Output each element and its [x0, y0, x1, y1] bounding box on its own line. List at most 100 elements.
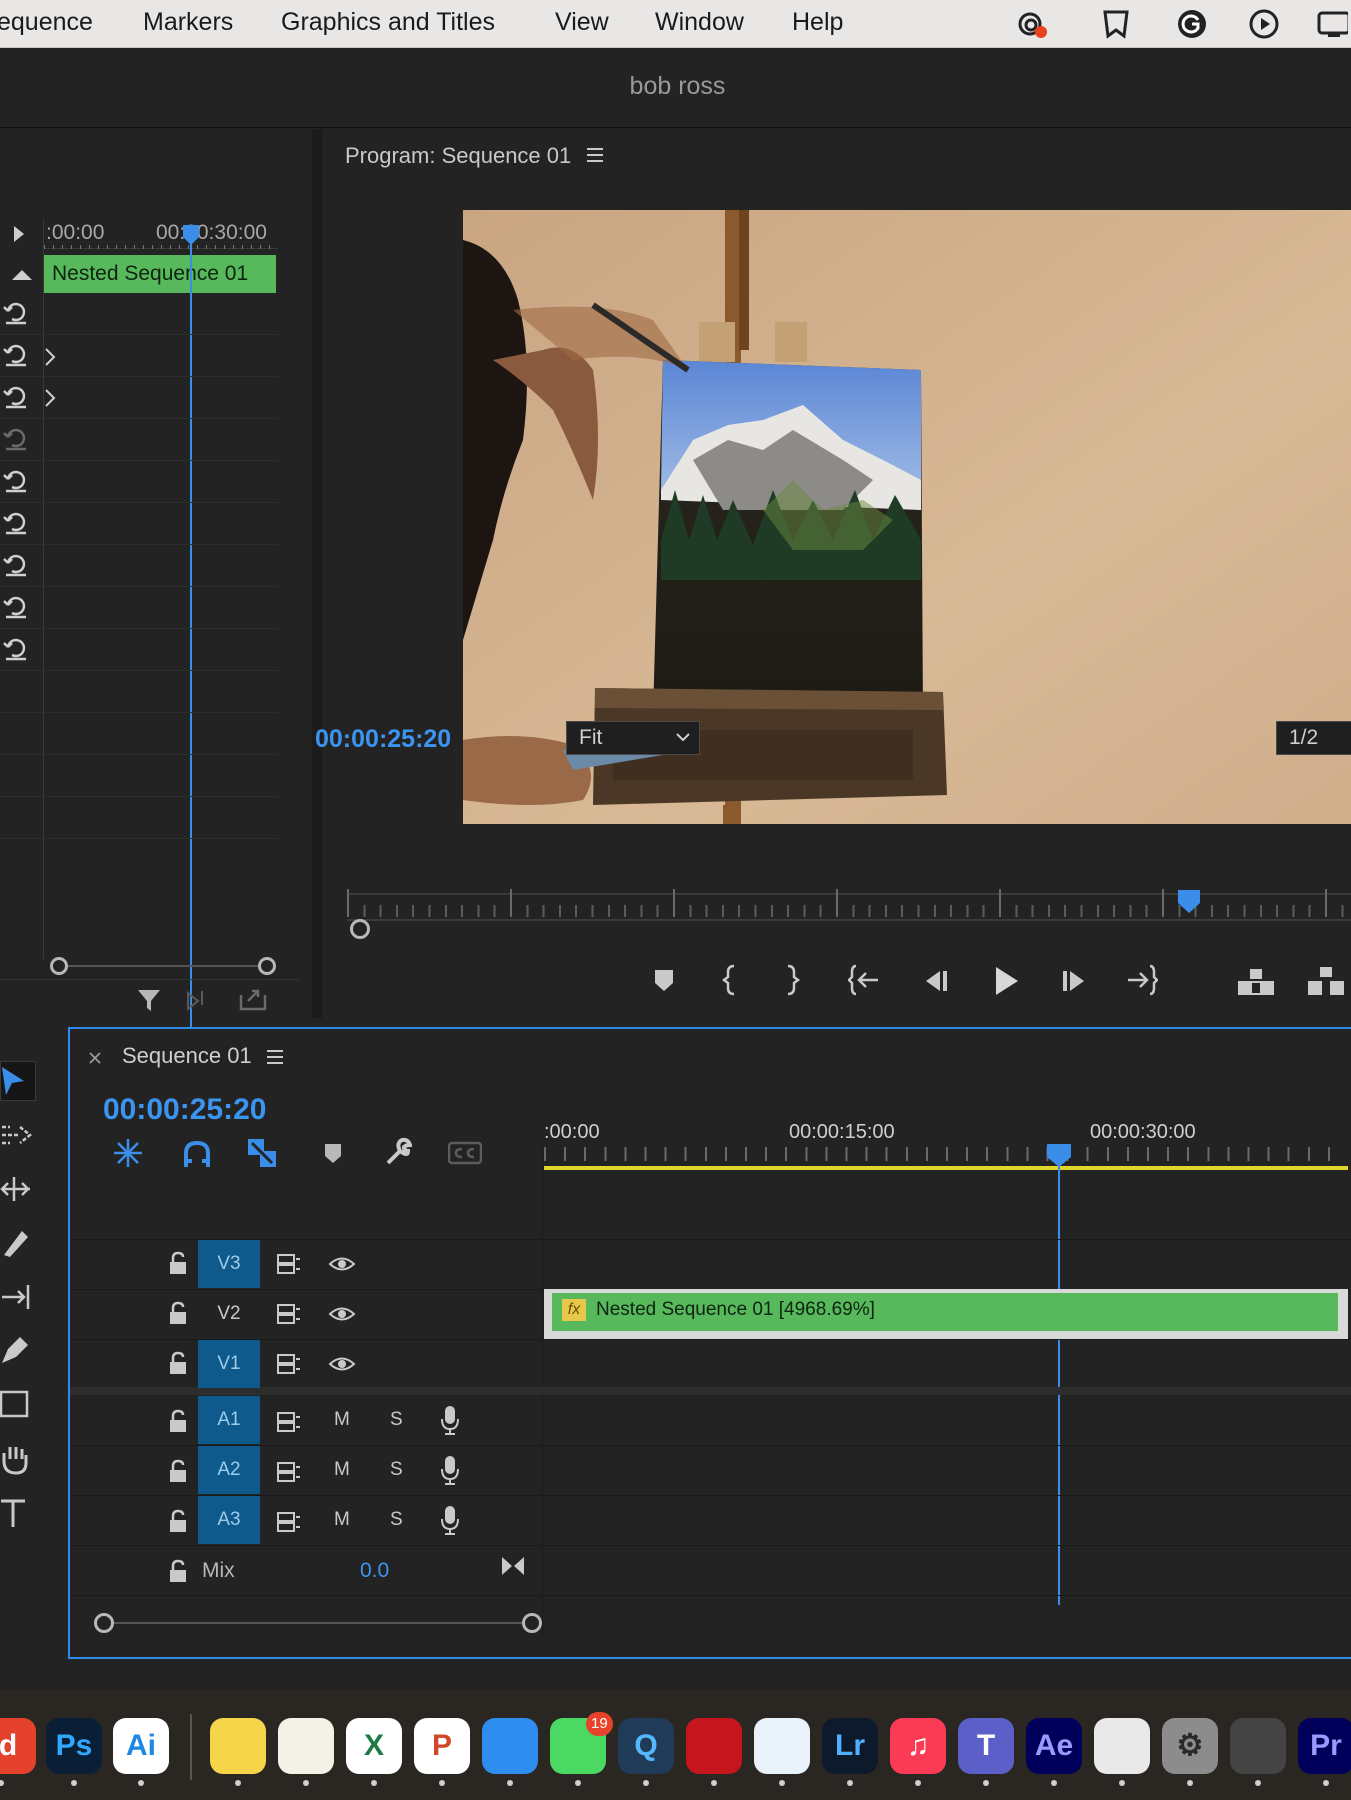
menu-markers[interactable]: Markers [143, 8, 233, 37]
play-circle-icon[interactable] [1248, 8, 1280, 40]
panel-menu-icon[interactable] [586, 147, 604, 163]
sync-lock-icon[interactable] [2, 425, 30, 453]
track-lock-icon[interactable] [168, 1559, 188, 1583]
timeline-ruler-ticks[interactable] [544, 1147, 1348, 1161]
display-icon[interactable] [1316, 8, 1348, 40]
ripple-edit-tool-icon[interactable] [0, 1175, 34, 1203]
dock-app-teams[interactable]: T [958, 1718, 1014, 1774]
panel-menu-icon[interactable] [266, 1049, 284, 1065]
dock-app-excel[interactable]: X [346, 1718, 402, 1774]
timeline-title[interactable]: Sequence 01 [122, 1043, 252, 1069]
timeline-zoom-handle-left[interactable] [94, 1613, 114, 1633]
bookmark-icon[interactable] [1100, 8, 1132, 40]
dock-app-premiere[interactable]: Pr [1298, 1718, 1351, 1774]
collapse-arrow-icon[interactable] [12, 269, 32, 281]
video-audio-divider[interactable] [70, 1387, 1351, 1395]
eye-icon[interactable] [328, 1305, 356, 1323]
track-target-v1[interactable]: V1 [198, 1340, 260, 1388]
source-clip[interactable]: Nested Sequence 01 [44, 255, 276, 293]
dock-app-quicktime[interactable]: Q [618, 1718, 674, 1774]
work-area-bar[interactable] [544, 1166, 1348, 1170]
rectangle-tool-icon[interactable] [0, 1389, 34, 1419]
track-lock-icon[interactable] [168, 1301, 188, 1325]
dock-app-music[interactable]: ♫ [890, 1718, 946, 1774]
mark-in-icon[interactable] [722, 963, 740, 997]
microphone-icon[interactable] [440, 1505, 460, 1535]
chevron-right-icon[interactable] [44, 388, 56, 408]
source-zoom-handle-right[interactable] [258, 957, 276, 975]
creative-cloud-icon[interactable] [1016, 8, 1048, 40]
menu-window[interactable]: Window [655, 8, 744, 37]
program-timecode[interactable]: 00:00:25:20 [315, 725, 451, 754]
lift-icon[interactable] [1236, 965, 1276, 997]
solo-button-a1[interactable]: S [390, 1409, 403, 1431]
sync-track-icon[interactable] [276, 1461, 302, 1483]
eye-icon[interactable] [328, 1355, 356, 1373]
dock-app-after-effects[interactable]: Ae [1026, 1718, 1082, 1774]
sync-track-icon[interactable] [276, 1353, 302, 1375]
export-icon[interactable] [238, 985, 268, 1013]
dock-app-notes[interactable] [278, 1718, 334, 1774]
dock-app-powerpoint[interactable]: P [414, 1718, 470, 1774]
track-select-tool-icon[interactable] [0, 1121, 34, 1149]
resolution-dropdown[interactable]: 1/2 [1276, 721, 1351, 755]
sync-track-icon[interactable] [276, 1303, 302, 1325]
slip-tool-icon[interactable] [0, 1283, 34, 1311]
dock-app-system-settings[interactable]: ⚙ [1162, 1718, 1218, 1774]
snap-icon[interactable] [182, 1139, 212, 1169]
track-target-v3[interactable]: V3 [198, 1240, 260, 1288]
expand-arrow-icon[interactable] [12, 225, 26, 243]
timeline-playhead[interactable] [1058, 1161, 1060, 1605]
track-target-a3[interactable]: A3 [198, 1496, 260, 1544]
v2-clip[interactable]: fx Nested Sequence 01 [4968.69%] [552, 1293, 1338, 1331]
track-lock-icon[interactable] [168, 1509, 188, 1533]
solo-button-a3[interactable]: S [390, 1509, 403, 1531]
sync-lock-icon[interactable] [2, 593, 30, 621]
mute-button-a1[interactable]: M [334, 1409, 350, 1431]
timeline-timecode[interactable]: 00:00:25:20 [103, 1093, 266, 1127]
play-icon[interactable] [992, 965, 1020, 997]
step-forward-icon[interactable] [1060, 967, 1090, 995]
mix-value[interactable]: 0.0 [360, 1559, 389, 1583]
sync-track-icon[interactable] [276, 1253, 302, 1275]
solo-button-a2[interactable]: S [390, 1459, 403, 1481]
mark-out-icon[interactable] [782, 963, 800, 997]
dock-app-safari[interactable] [754, 1718, 810, 1774]
grammarly-icon[interactable] [1176, 8, 1208, 40]
mix-bowtie-icon[interactable] [500, 1555, 526, 1577]
linked-selection-icon[interactable] [246, 1137, 278, 1169]
v2-clip-frame[interactable]: fx Nested Sequence 01 [4968.69%] [544, 1289, 1348, 1339]
dock-app-stickies[interactable] [210, 1718, 266, 1774]
mute-button-a2[interactable]: M [334, 1459, 350, 1481]
mute-button-a3[interactable]: M [334, 1509, 350, 1531]
program-playhead[interactable] [1177, 889, 1201, 915]
captions-icon[interactable] [448, 1141, 482, 1165]
selection-tool-icon[interactable] [0, 1065, 28, 1097]
hand-tool-icon[interactable] [0, 1443, 34, 1475]
step-back-icon[interactable] [920, 967, 950, 995]
sync-track-icon[interactable] [276, 1411, 302, 1433]
dock-app-preview[interactable] [1094, 1718, 1150, 1774]
microphone-icon[interactable] [440, 1455, 460, 1485]
add-marker-icon[interactable] [322, 1141, 344, 1165]
track-target-a1[interactable]: A1 [198, 1396, 260, 1444]
sync-lock-icon[interactable] [2, 467, 30, 495]
sync-lock-icon[interactable] [2, 383, 30, 411]
track-lock-icon[interactable] [168, 1409, 188, 1433]
razor-tool-icon[interactable] [0, 1227, 34, 1259]
dock-app-image-capture[interactable] [1230, 1718, 1286, 1774]
track-lock-icon[interactable] [168, 1251, 188, 1275]
sync-track-icon[interactable] [276, 1511, 302, 1533]
wrench-icon[interactable] [382, 1137, 412, 1167]
dock-app-photoshop[interactable]: Ps [46, 1718, 102, 1774]
microphone-icon[interactable] [440, 1405, 460, 1435]
source-playhead-handle[interactable] [181, 225, 201, 247]
add-marker-icon[interactable] [652, 967, 676, 995]
go-to-out-icon[interactable] [1124, 963, 1158, 997]
source-ruler[interactable]: :00:00 00:00:30:00 [44, 219, 278, 249]
chevron-right-icon[interactable] [44, 347, 56, 367]
eye-icon[interactable] [328, 1255, 356, 1273]
track-target-a2[interactable]: A2 [198, 1446, 260, 1494]
sync-lock-icon[interactable] [2, 299, 30, 327]
extract-icon[interactable] [1306, 965, 1346, 997]
